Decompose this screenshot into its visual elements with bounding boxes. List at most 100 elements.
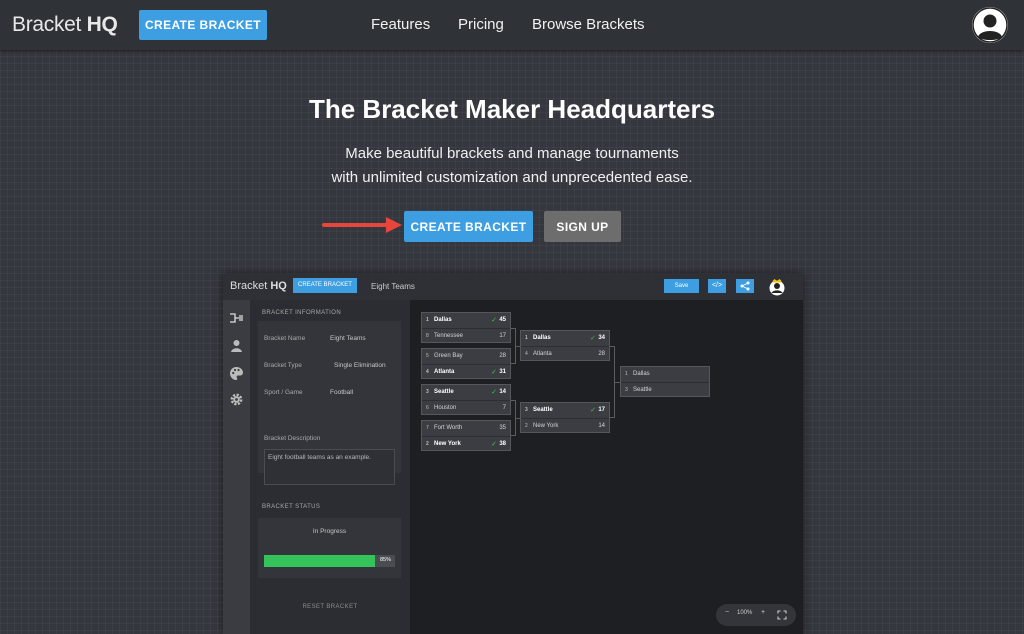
app-preview: Bracket HQ CREATE BRACKET Eight Teams Sa… [223, 274, 803, 634]
team-score[interactable]: 14 [499, 389, 506, 395]
team-name: Dallas [434, 317, 452, 323]
share-icon[interactable] [736, 279, 754, 293]
bracket-match[interactable]: 1 Dallas ✓ 34 4 Atlanta 28 [520, 330, 610, 361]
team-name: Dallas [633, 371, 650, 377]
team-name: Seattle [633, 387, 652, 393]
team-score[interactable]: 28 [499, 353, 506, 359]
bracket-connector [516, 418, 520, 419]
zoom-controls: − 100% + [716, 604, 796, 626]
team-row[interactable]: 3 Seattle ✓ 14 [422, 385, 510, 400]
checkmark-icon: ✓ [491, 389, 497, 396]
team-name: Fort Worth [434, 425, 463, 431]
team-score[interactable]: 14 [598, 423, 605, 429]
app-bracket-title: Eight Teams [371, 282, 415, 291]
team-row[interactable]: 2 New York 14 [521, 418, 609, 433]
team-row[interactable]: 2 New York ✓ 38 [422, 436, 510, 451]
nav-link-browse-brackets[interactable]: Browse Brackets [532, 16, 645, 33]
zoom-out-button[interactable]: − [725, 609, 729, 616]
reset-bracket-button[interactable]: RESET BRACKET [250, 604, 410, 610]
team-score[interactable]: 17 [598, 407, 605, 413]
bracket-name-label: Bracket Name [264, 335, 306, 342]
hero-sign-up-button[interactable]: SIGN UP [544, 211, 621, 242]
bracket-type-select[interactable]: Single Elimination [334, 362, 386, 369]
bracket-match[interactable]: 5 Green Bay 28 4 Atlanta ✓ 31 [421, 348, 511, 379]
checkmark-icon: ✓ [491, 441, 497, 448]
hero-title: The Bracket Maker Headquarters [308, 94, 716, 124]
bracket-match[interactable]: 3 Seattle ✓ 14 6 Houston 7 [421, 384, 511, 415]
team-name: Seattle [533, 407, 553, 413]
bracket-status-box: In Progress 85% [258, 518, 401, 578]
team-row[interactable]: 4 Atlanta 28 [521, 346, 609, 361]
team-row[interactable]: 6 Houston 7 [422, 400, 510, 415]
bracket-name-field[interactable]: Eight Teams [330, 335, 366, 342]
code-icon[interactable]: </> [708, 279, 726, 293]
checkmark-icon: ✓ [491, 369, 497, 376]
nav-create-bracket-button[interactable]: CREATE BRACKET [139, 10, 267, 40]
nav-link-pricing[interactable]: Pricing [458, 16, 504, 33]
team-seed: 4 [426, 369, 429, 375]
team-row[interactable]: 3 Seattle ✓ 17 [521, 403, 609, 418]
bracket-match[interactable]: 1 Dallas ✓ 45 8 Tennessee 17 [421, 312, 511, 343]
gear-icon[interactable] [229, 392, 244, 407]
team-row[interactable]: 1 Dallas ✓ 34 [521, 331, 609, 346]
hero-subtitle: Make beautiful brackets and manage tourn… [331, 145, 693, 186]
team-name: Houston [434, 405, 457, 411]
nav-link-features[interactable]: Features [371, 16, 430, 33]
team-seed: 7 [426, 425, 429, 431]
team-score[interactable]: 35 [499, 425, 506, 431]
team-score[interactable]: 45 [499, 317, 506, 323]
bracket-match[interactable]: 3 Seattle ✓ 17 2 New York 14 [520, 402, 610, 433]
checkmark-icon: ✓ [590, 335, 596, 342]
team-score[interactable]: 38 [499, 441, 506, 447]
team-row[interactable]: 5 Green Bay 28 [422, 349, 510, 364]
app-save-button[interactable]: Save [664, 279, 699, 293]
bracket-canvas: − 100% + 1 Dallas ✓ 45 8 Tennessee 17 5 Green Ba… [410, 300, 803, 634]
bracket-description-field[interactable]: Eight football teams as an example. [264, 449, 395, 485]
team-name: New York [533, 423, 559, 429]
team-seed: 2 [426, 441, 429, 447]
team-seed: 2 [525, 423, 528, 429]
team-seed: 1 [625, 371, 628, 377]
team-row[interactable]: 1 Dallas [621, 367, 709, 382]
team-seed: 3 [625, 387, 628, 393]
team-score[interactable]: 7 [503, 405, 506, 411]
team-score[interactable]: 17 [499, 333, 506, 339]
bracket-match[interactable]: 1 Dallas 3 Seattle [620, 366, 710, 397]
team-row[interactable]: 7 Fort Worth 35 [422, 421, 510, 436]
team-name: New York [434, 441, 461, 447]
hero-create-bracket-button[interactable]: CREATE BRACKET [404, 211, 533, 242]
app-logo: Bracket HQ [230, 280, 287, 292]
team-seed: 6 [426, 405, 429, 411]
palette-icon[interactable] [229, 366, 244, 381]
sport-game-field[interactable]: Football [330, 389, 353, 396]
arrow-right-icon [322, 217, 402, 233]
team-name: Dallas [533, 335, 551, 341]
bracket-information-header: BRACKET INFORMATION [262, 310, 342, 316]
fullscreen-icon[interactable] [777, 610, 787, 620]
site-logo[interactable]: Bracket HQ [12, 13, 118, 37]
app-avatar-icon[interactable] [768, 278, 786, 296]
team-score[interactable]: 28 [598, 351, 605, 357]
checkmark-icon: ✓ [590, 407, 596, 414]
team-name: Atlanta [434, 369, 455, 375]
team-score[interactable]: 34 [598, 335, 605, 341]
user-avatar-icon[interactable] [972, 7, 1008, 43]
team-row[interactable]: 4 Atlanta ✓ 31 [422, 364, 510, 379]
team-name: Atlanta [533, 351, 552, 357]
team-seed: 3 [426, 389, 429, 395]
team-row[interactable]: 3 Seattle [621, 382, 709, 397]
team-score[interactable]: 31 [499, 369, 506, 375]
bracket-connector [615, 382, 620, 383]
app-create-bracket-button[interactable]: CREATE BRACKET [293, 278, 357, 293]
team-row[interactable]: 1 Dallas ✓ 45 [422, 313, 510, 328]
zoom-in-button[interactable]: + [761, 609, 765, 616]
bracket-settings-panel: BRACKET INFORMATION Bracket Name Eight T… [250, 300, 410, 634]
person-icon[interactable] [229, 338, 244, 353]
bracket-description-label: Bracket Description [264, 435, 321, 442]
progress-bar: 85% [264, 555, 395, 567]
bracket-icon[interactable] [229, 311, 244, 326]
team-row[interactable]: 8 Tennessee 17 [422, 328, 510, 343]
team-name: Seattle [434, 389, 454, 395]
bracket-match[interactable]: 7 Fort Worth 35 2 New York ✓ 38 [421, 420, 511, 451]
status-value[interactable]: In Progress [258, 528, 401, 535]
